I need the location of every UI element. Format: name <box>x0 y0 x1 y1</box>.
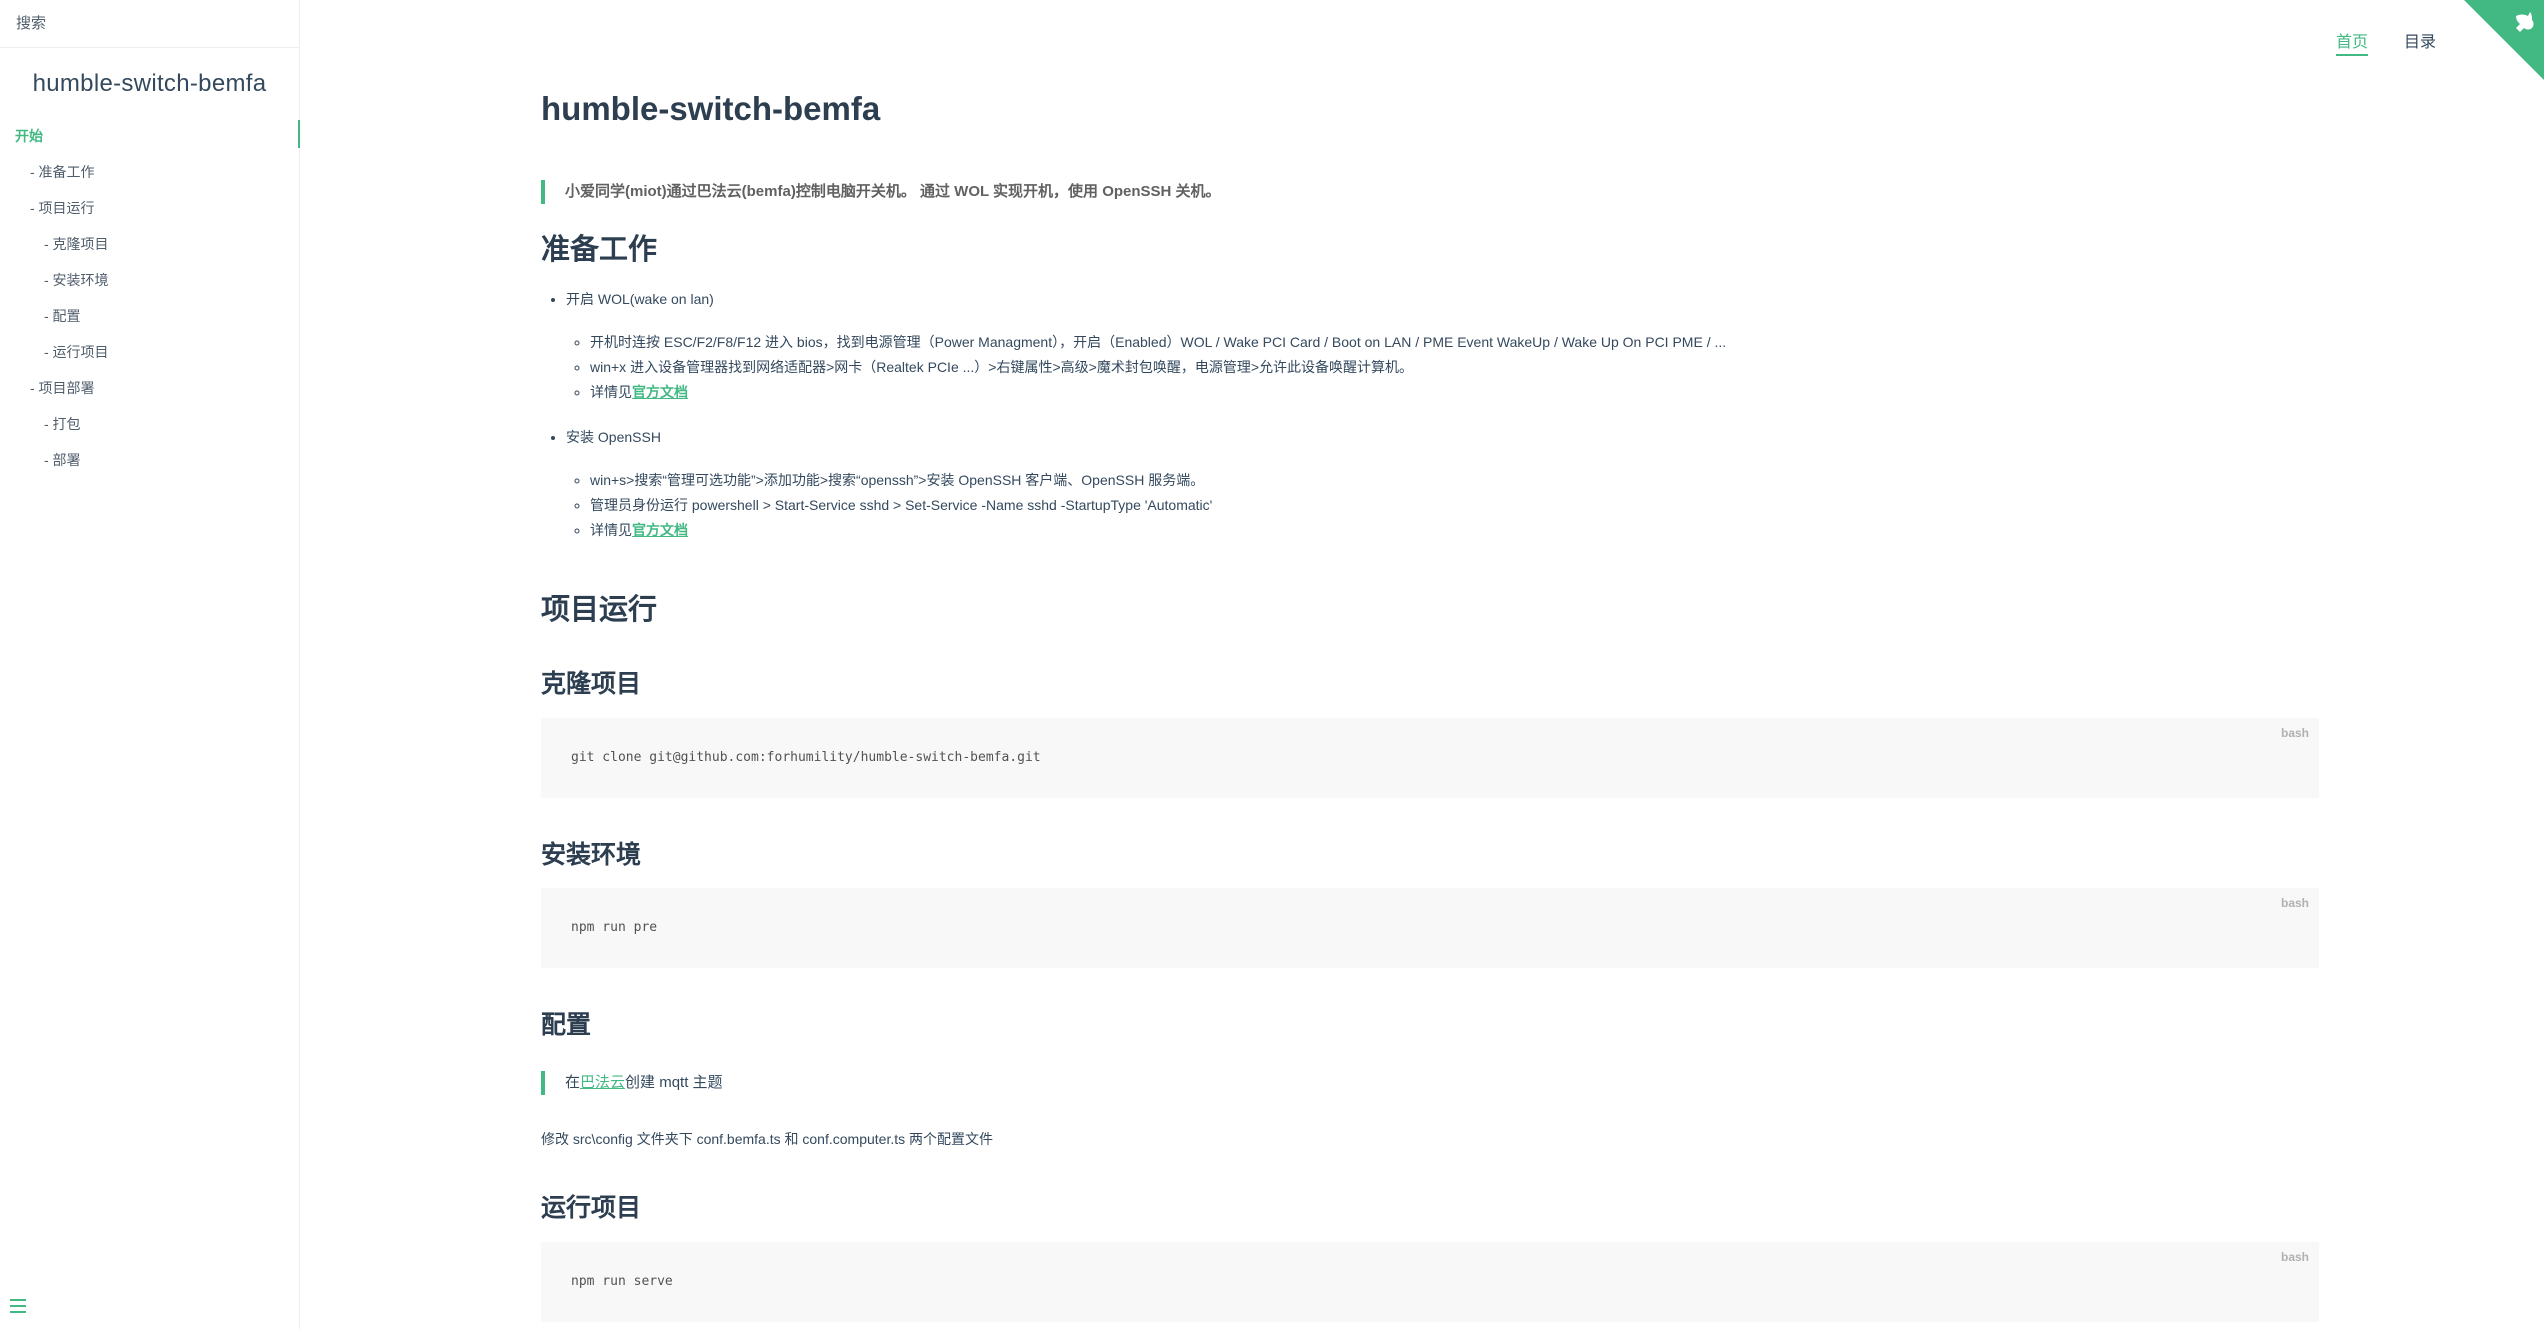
menu-icon[interactable] <box>10 1299 26 1313</box>
intro-text: 小爱同学(miot)通过巴法云(bemfa)控制电脑开关机。 通过 WOL 实现… <box>565 183 1221 200</box>
code-lang-label: bash <box>2280 1250 2309 1264</box>
list-item: 详情见官方文档 <box>590 518 1212 543</box>
toc-item-start[interactable]: 开始 <box>0 118 300 154</box>
list-item: win+s>搜索“管理可选功能”>添加功能>搜索“openssh”>安装 Ope… <box>590 468 1212 493</box>
list-item: 详情见官方文档 <box>590 380 1726 405</box>
bemfa-link[interactable]: 巴法云 <box>580 1074 625 1091</box>
ssh-title: 安装 OpenSSH <box>566 429 661 445</box>
sidebar-toc: 开始 - 准备工作 - 项目运行 - 克隆项目 - 安装环境 - 配置 - 运行… <box>0 118 300 478</box>
toc-item-prep[interactable]: - 准备工作 <box>0 154 299 190</box>
config-note: 修改 src\config 文件夹下 conf.bemfa.ts 和 conf.… <box>541 1131 994 1147</box>
toc-item-run[interactable]: - 项目运行 <box>0 190 299 226</box>
page-title: humble-switch-bemfa <box>541 90 881 127</box>
heading-prep: 准备工作 <box>541 234 658 266</box>
menu-icon-bar <box>10 1305 26 1307</box>
heading-clone: 克隆项目 <box>541 670 642 698</box>
list-item: win+x 进入设备管理器找到网络适配器>网卡（Realtek PCIe ...… <box>590 355 1726 380</box>
detail-prefix: 详情见 <box>590 522 632 538</box>
code-text: npm run serve <box>571 1274 673 1289</box>
detail-prefix: 详情见 <box>590 384 632 400</box>
menu-icon-bar <box>10 1311 26 1313</box>
code-block-install[interactable]: bash npm run pre <box>541 888 2319 968</box>
nav-home-link[interactable]: 首页 <box>2335 28 2368 56</box>
code-text: git clone git@github.com:forhumility/hum… <box>571 750 1041 765</box>
official-docs-link[interactable]: 官方文档 <box>632 384 688 400</box>
code-lang-label: bash <box>2280 726 2309 740</box>
list-item-ssh: 安装 OpenSSH win+s>搜索“管理可选功能”>添加功能>搜索“open… <box>566 425 1212 543</box>
menu-icon-bar <box>10 1299 26 1301</box>
search-input[interactable] <box>14 14 274 33</box>
config-quote-suffix: 创建 mqtt 主题 <box>625 1074 723 1091</box>
wol-sublist: 开机时连按 ESC/F2/F8/F12 进入 bios，找到电源管理（Power… <box>566 330 1726 405</box>
toc-item-deploy[interactable]: - 项目部署 <box>0 370 299 406</box>
toc-item-deploy-sub[interactable]: - 部署 <box>0 442 299 478</box>
toc-item-clone[interactable]: - 克隆项目 <box>0 226 299 262</box>
heading-install: 安装环境 <box>541 841 642 869</box>
heading-config: 配置 <box>541 1011 592 1039</box>
toc-item-config[interactable]: - 配置 <box>0 298 299 334</box>
nav-toc-link[interactable]: 目录 <box>2404 28 2436 56</box>
code-block-serve[interactable]: bash npm run serve <box>541 1242 2319 1322</box>
ssh-list: 安装 OpenSSH win+s>搜索“管理可选功能”>添加功能>搜索“open… <box>541 425 1212 543</box>
search-box <box>0 0 299 48</box>
list-item: 管理员身份运行 powershell > Start-Service sshd … <box>590 493 1212 518</box>
toc-item-install[interactable]: - 安装环境 <box>0 262 299 298</box>
code-block-clone[interactable]: bash git clone git@github.com:forhumilit… <box>541 718 2319 798</box>
config-quote: 在巴法云创建 mqtt 主题 <box>541 1071 723 1095</box>
toc-item-serve[interactable]: - 运行项目 <box>0 334 299 370</box>
code-lang-label: bash <box>2280 896 2309 910</box>
list-item-wol: 开启 WOL(wake on lan) 开机时连按 ESC/F2/F8/F12 … <box>566 287 1726 405</box>
code-text: npm run pre <box>571 920 658 935</box>
sidebar: humble-switch-bemfa 开始 - 准备工作 - 项目运行 - 克… <box>0 0 300 1329</box>
toc-item-build[interactable]: - 打包 <box>0 406 299 442</box>
app-nav: 首页 目录 <box>2335 28 2436 56</box>
intro-quote: 小爱同学(miot)通过巴法云(bemfa)控制电脑开关机。 通过 WOL 实现… <box>541 180 1221 204</box>
official-docs-link[interactable]: 官方文档 <box>632 522 688 538</box>
heading-run: 项目运行 <box>541 594 658 626</box>
list-item: 开机时连按 ESC/F2/F8/F12 进入 bios，找到电源管理（Power… <box>590 330 1726 355</box>
heading-serve: 运行项目 <box>541 1194 642 1222</box>
ssh-sublist: win+s>搜索“管理可选功能”>添加功能>搜索“openssh”>安装 Ope… <box>566 468 1212 543</box>
wol-title: 开启 WOL(wake on lan) <box>566 291 714 307</box>
config-quote-prefix: 在 <box>565 1074 581 1091</box>
github-corner-icon[interactable] <box>2464 0 2544 80</box>
app-name[interactable]: humble-switch-bemfa <box>0 70 299 98</box>
prep-list: 开启 WOL(wake on lan) 开机时连按 ESC/F2/F8/F12 … <box>541 287 1726 405</box>
